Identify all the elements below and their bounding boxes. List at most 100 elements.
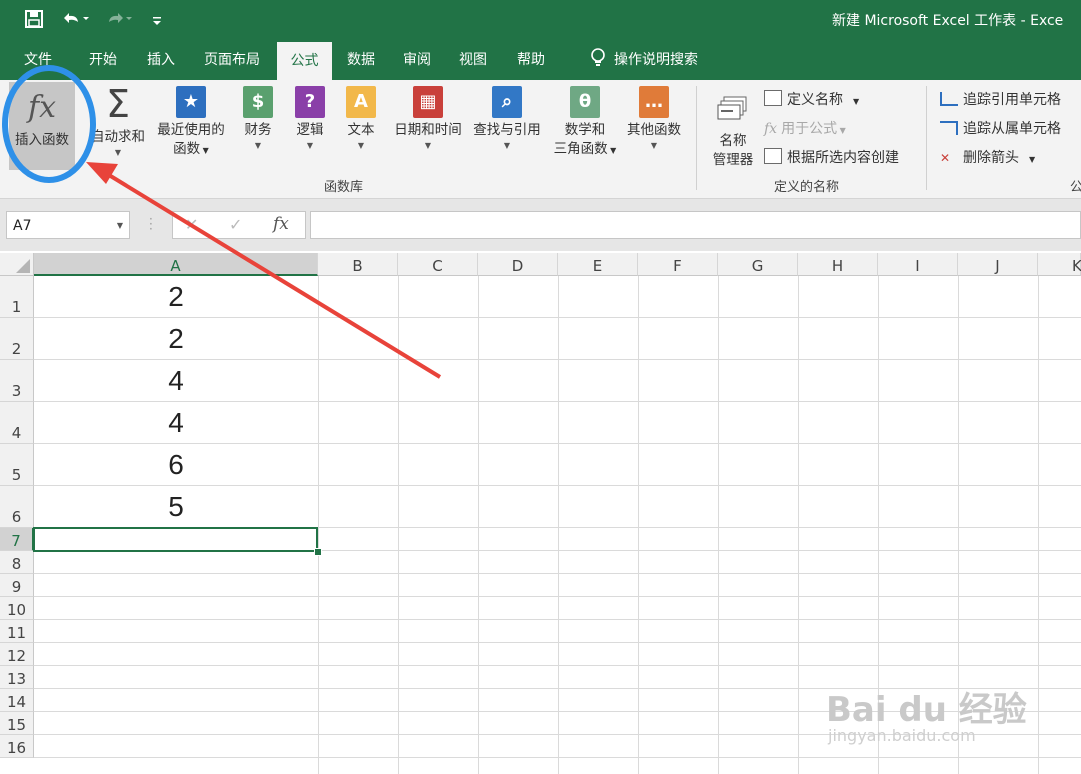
name-manager-label-1: 名称 — [719, 133, 747, 149]
trace-precedents-button[interactable]: 追踪引用单元格 — [940, 89, 1061, 109]
text-label: 文本 — [347, 122, 375, 138]
cell-a3[interactable]: 4 — [34, 365, 318, 397]
row-header-12[interactable]: 12 — [0, 643, 34, 666]
tab-formulas[interactable]: 公式 — [277, 42, 332, 80]
gridline — [34, 619, 1081, 620]
column-header-e[interactable]: E — [558, 253, 638, 276]
insert-function-label: 插入函数 — [15, 132, 69, 148]
ribbon-formulas: fx 插入函数 Σ 自动求和 ▼ ★ 最近使用的 函数 ▼ $ 财务 ▼ ? 逻… — [0, 80, 1081, 199]
enter-check-icon[interactable]: ✓ — [229, 215, 242, 234]
cell-a4[interactable]: 4 — [34, 407, 318, 439]
use-in-formula-button[interactable]: fx 用于公式 ▼ — [764, 118, 846, 138]
tab-data[interactable]: 数据 — [336, 40, 386, 80]
tell-me-search[interactable]: 操作说明搜索 — [576, 40, 712, 80]
fill-handle[interactable] — [314, 548, 322, 556]
chevron-down-icon: ▼ — [650, 141, 658, 150]
selected-cell-a7[interactable] — [33, 527, 318, 552]
column-header-b[interactable]: B — [318, 253, 398, 276]
trace-dependents-label: 追踪从属单元格 — [963, 121, 1061, 137]
column-header-a[interactable]: A — [34, 253, 318, 276]
gridline — [638, 276, 639, 774]
tab-view[interactable]: 视图 — [448, 40, 498, 80]
row-header-7[interactable]: 7 — [0, 528, 34, 551]
create-from-selection-button[interactable]: 根据所选内容创建 — [764, 147, 899, 167]
row-header-5[interactable]: 5 — [0, 444, 34, 486]
lightbulb-icon — [590, 44, 606, 84]
row-header-6[interactable]: 6 — [0, 486, 34, 528]
calendar-book-icon: ▦ — [413, 86, 443, 118]
tab-file[interactable]: 文件 — [10, 40, 66, 80]
tab-review[interactable]: 审阅 — [392, 40, 442, 80]
row-header-14[interactable]: 14 — [0, 689, 34, 712]
cell-a6[interactable]: 5 — [34, 491, 318, 523]
lookup-reference-button[interactable]: ⌕ 查找与引用 ▼ — [468, 86, 546, 152]
row-header-1[interactable]: 1 — [0, 276, 34, 318]
row-header-9[interactable]: 9 — [0, 574, 34, 597]
more-functions-button[interactable]: … 其他函数 ▼ — [622, 86, 686, 152]
save-icon[interactable] — [24, 9, 44, 33]
tab-home[interactable]: 开始 — [76, 40, 130, 80]
column-header-h[interactable]: H — [798, 253, 878, 276]
trace-dependents-icon — [940, 121, 958, 135]
row-header-4[interactable]: 4 — [0, 402, 34, 444]
chevron-down-icon[interactable]: ▼ — [117, 212, 123, 240]
autosum-button[interactable]: Σ 自动求和 ▼ — [86, 85, 150, 159]
define-name-button[interactable]: 定义名称 ▼ — [764, 89, 859, 109]
row-header-16[interactable]: 16 — [0, 735, 34, 758]
chevron-down-icon: ▼ — [607, 146, 617, 155]
gridline — [34, 317, 1081, 318]
column-header-d[interactable]: D — [478, 253, 558, 276]
customize-icon[interactable] — [150, 9, 164, 33]
cancel-icon[interactable]: ✕ — [185, 215, 198, 234]
redo-icon[interactable] — [103, 9, 133, 33]
name-manager-button[interactable]: 名称 管理器 — [706, 94, 760, 170]
math-trig-button[interactable]: θ 数学和 三角函数 ▼ — [548, 86, 622, 160]
date-time-button[interactable]: ▦ 日期和时间 ▼ — [388, 86, 468, 152]
row-header-8[interactable]: 8 — [0, 551, 34, 574]
insert-function-fx-icon[interactable]: fx — [273, 214, 289, 234]
row-header-2[interactable]: 2 — [0, 318, 34, 360]
name-box-value: A7 — [13, 218, 32, 234]
row-header-15[interactable]: 15 — [0, 712, 34, 735]
row-header-3[interactable]: 3 — [0, 360, 34, 402]
text-button[interactable]: A 文本 ▼ — [341, 86, 381, 152]
tab-help[interactable]: 帮助 — [506, 40, 556, 80]
recent-label-1: 最近使用的 — [157, 122, 225, 138]
tab-page-layout[interactable]: 页面布局 — [192, 40, 272, 80]
chevron-down-icon: ▼ — [200, 146, 209, 155]
remove-arrows-button[interactable]: ✕ 删除箭头 ▼ — [940, 147, 1035, 167]
watermark: Bai du 经验 — [826, 690, 1027, 730]
gridline — [798, 276, 799, 774]
recently-used-button[interactable]: ★ 最近使用的 函数 ▼ — [151, 86, 231, 160]
tab-insert[interactable]: 插入 — [134, 40, 188, 80]
chevron-down-icon: ▼ — [424, 141, 432, 150]
column-header-f[interactable]: F — [638, 253, 718, 276]
chevron-down-icon: ▼ — [837, 126, 846, 135]
insert-function-button[interactable]: fx 插入函数 — [9, 82, 75, 170]
theta-book-icon: θ — [570, 86, 600, 118]
column-header-j[interactable]: J — [958, 253, 1038, 276]
financial-button[interactable]: $ 财务 ▼ — [238, 86, 278, 152]
undo-icon[interactable] — [60, 9, 90, 33]
worksheet-grid[interactable]: A B C D E F G H I J K 1 2 3 4 5 6 7 8 9 … — [0, 253, 1081, 774]
window-title: 新建 Microsoft Excel 工作表 - Exce — [832, 13, 1064, 29]
cell-a5[interactable]: 6 — [34, 449, 318, 481]
gridline — [558, 276, 559, 774]
gridline — [34, 485, 1081, 486]
column-header-g[interactable]: G — [718, 253, 798, 276]
cell-a1[interactable]: 2 — [34, 281, 318, 313]
logical-button[interactable]: ? 逻辑 ▼ — [290, 86, 330, 152]
column-header-i[interactable]: I — [878, 253, 958, 276]
formula-input[interactable] — [310, 211, 1081, 239]
row-header-11[interactable]: 11 — [0, 620, 34, 643]
select-all-corner[interactable] — [0, 253, 34, 276]
column-header-k[interactable]: K — [1038, 253, 1081, 276]
text-book-icon: A — [346, 86, 376, 118]
cell-a2[interactable]: 2 — [34, 323, 318, 355]
row-header-13[interactable]: 13 — [0, 666, 34, 689]
name-box[interactable]: A7 ▼ — [6, 211, 130, 239]
trace-dependents-button[interactable]: 追踪从属单元格 — [940, 118, 1061, 138]
row-header-10[interactable]: 10 — [0, 597, 34, 620]
gridline — [318, 276, 319, 774]
column-header-c[interactable]: C — [398, 253, 478, 276]
